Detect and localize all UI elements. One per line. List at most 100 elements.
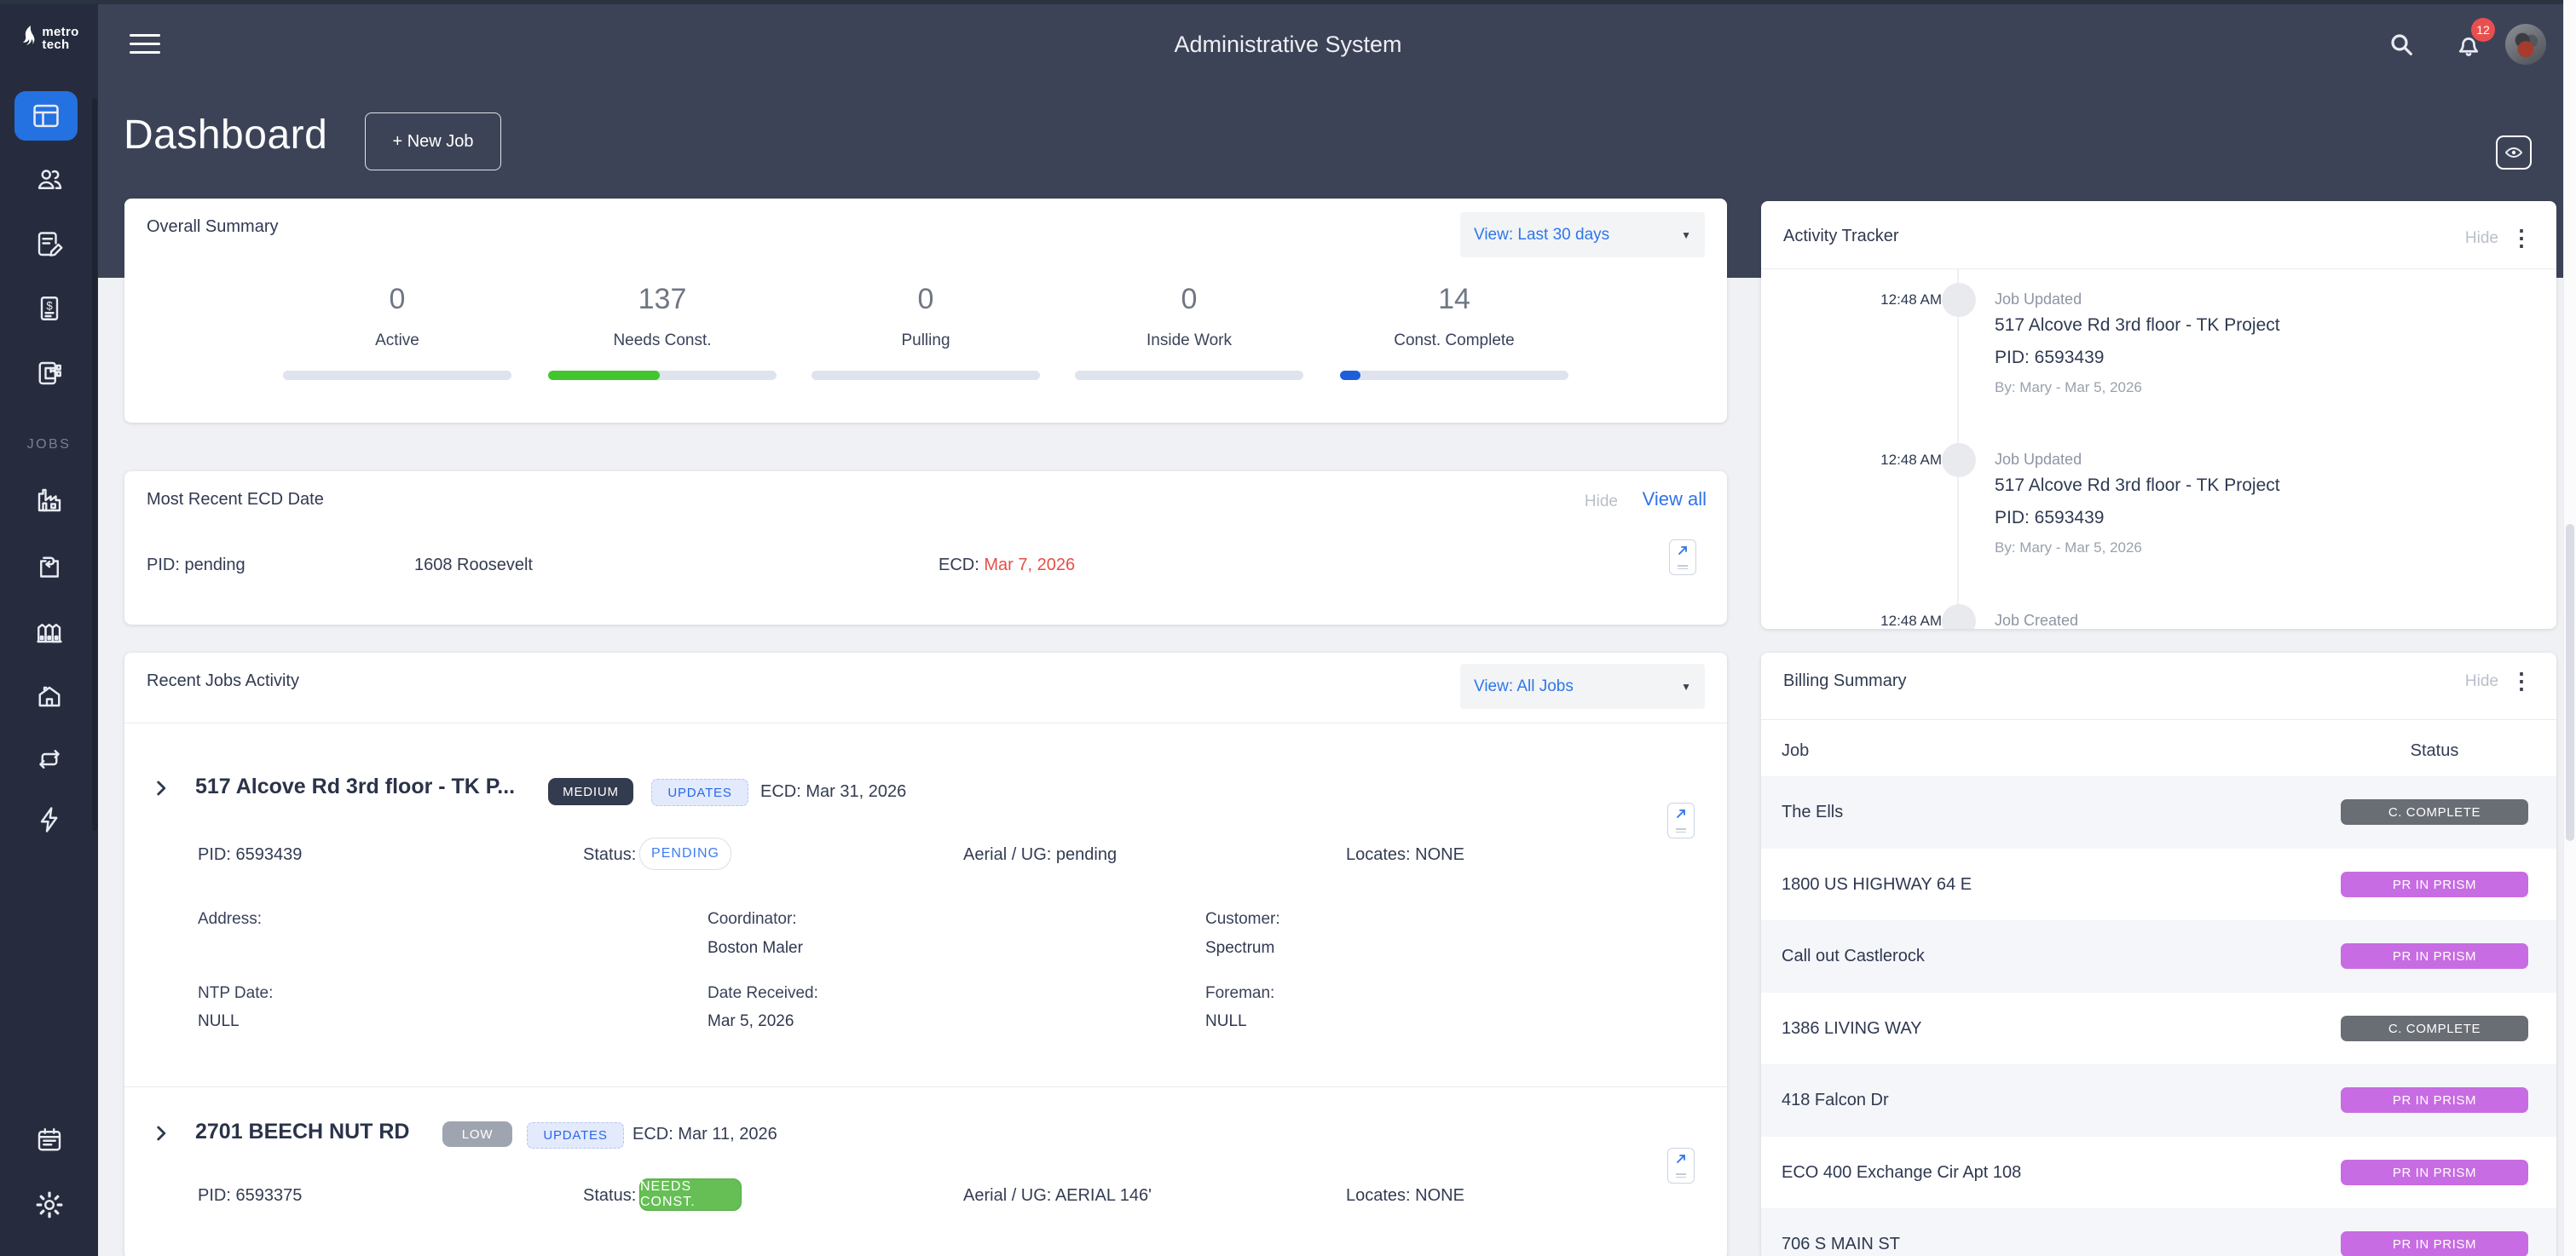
hide-link[interactable]: Hide <box>1585 493 1618 511</box>
billing-status-badge: PR IN PRISM <box>2341 1087 2528 1113</box>
billing-status-badge: C. COMPLETE <box>2341 799 2528 825</box>
sidebar-item-intake[interactable] <box>0 552 98 583</box>
billing-job-name: The Ells <box>1782 803 1844 821</box>
sidebar-section-jobs: JOBS <box>26 437 72 452</box>
table-row[interactable]: The Ells C. COMPLETE <box>1761 776 2556 849</box>
new-job-button[interactable]: + New Job <box>365 112 501 170</box>
updates-badge: UPDATES <box>527 1122 624 1149</box>
open-record-button[interactable] <box>1669 539 1696 575</box>
field-label: Customer: <box>1205 910 1280 928</box>
factory-icon <box>38 488 61 512</box>
stat-const-complete: 14 Const. Complete <box>1340 284 1568 380</box>
priority-badge: MEDIUM <box>548 778 633 805</box>
overall-view-filter-dropdown[interactable]: View: Last 30 days ▼ <box>1460 212 1705 257</box>
billing-job-name: 1386 LIVING WAY <box>1782 1019 1922 1038</box>
card-title: Billing Summary <box>1783 671 1907 690</box>
entry-title[interactable]: 517 Alcove Rd 3rd floor - TK Project <box>1995 475 2280 496</box>
table-row[interactable]: 1386 LIVING WAY C. COMPLETE <box>1761 993 2556 1065</box>
table-row[interactable]: 1800 US HIGHWAY 64 E PR IN PRISM <box>1761 849 2556 921</box>
sidebar-item-work-orders[interactable] <box>0 229 98 260</box>
divider <box>1761 719 2556 720</box>
entry-action: Job Updated <box>1995 451 2082 468</box>
job-title[interactable]: 2701 BEECH NUT RD <box>195 1120 409 1144</box>
status-badge: NEEDS CONST. <box>639 1178 742 1211</box>
entry-action: Job Created <box>1995 612 2079 629</box>
sidebar-item-properties[interactable] <box>0 616 98 647</box>
job-title[interactable]: 517 Alcove Rd 3rd floor - TK P... <box>195 775 515 799</box>
chevron-down-icon: ▼ <box>1681 680 1691 693</box>
sidebar-item-invoices[interactable]: $ <box>0 293 98 324</box>
table-row[interactable]: 418 Falcon Dr PR IN PRISM <box>1761 1064 2556 1137</box>
sidebar-item-utilities[interactable] <box>0 804 98 835</box>
stat-label: Active <box>375 331 419 349</box>
dashboard-screen: metro tech $ JOBS Administrative System … <box>0 0 2576 1256</box>
entry-pid: PID: 6593439 <box>1995 508 2105 527</box>
page-scrollbar-track[interactable] <box>2563 0 2576 1256</box>
job-pid: PID: 6593375 <box>198 1186 303 1205</box>
search-button[interactable] <box>2388 31 2415 62</box>
sidebar-item-home[interactable] <box>0 680 98 711</box>
ecd-pid: PID: pending <box>147 556 245 574</box>
card-title: Overall Summary <box>147 217 279 236</box>
recurring-icon <box>38 750 60 769</box>
avatar[interactable] <box>2505 24 2546 65</box>
sidebar-item-factory[interactable] <box>0 485 98 516</box>
avatar-placeholder <box>1942 604 1976 629</box>
hide-link[interactable]: Hide <box>2465 229 2498 248</box>
billing-job-name: 1800 US HIGHWAY 64 E <box>1782 875 1972 894</box>
stat-value: 0 <box>389 283 406 315</box>
utilities-icon <box>40 807 57 833</box>
status-label: Status: <box>583 845 637 864</box>
progress-fill <box>548 371 661 380</box>
field-value: Boston Maler <box>708 939 803 957</box>
entry-action: Job Updated <box>1995 291 2082 308</box>
table-row[interactable]: ECO 400 Exchange Cir Apt 108 PR IN PRISM <box>1761 1137 2556 1209</box>
widget-visibility-button[interactable] <box>2496 135 2532 170</box>
entry-by: By: Mary - Mar 5, 2026 <box>1995 539 2142 556</box>
external-link-icon <box>1678 546 1687 555</box>
stat-label: Needs Const. <box>613 331 712 349</box>
view-all-link[interactable]: View all <box>1643 488 1707 510</box>
status-label: Status: <box>583 1186 637 1205</box>
updates-badge: UPDATES <box>651 779 748 806</box>
kebab-menu-icon[interactable]: ⋮ <box>2510 227 2533 249</box>
stat-inside-work: 0 Inside Work <box>1075 284 1303 380</box>
table-row[interactable]: 706 S MAIN ST PR IN PRISM <box>1761 1208 2556 1256</box>
expand-job-button[interactable] <box>150 1122 172 1149</box>
sidebar-scrollbar[interactable] <box>92 98 97 831</box>
app-title: Administrative System <box>1174 32 1402 57</box>
sidebar-item-settings[interactable] <box>0 1190 98 1220</box>
entry-title[interactable]: 517 Alcove Rd 3rd floor - TK Project <box>1995 315 2280 336</box>
page-scrollbar-thumb[interactable] <box>2566 524 2574 841</box>
chevron-right-icon <box>157 781 166 796</box>
search-icon <box>2391 34 2412 55</box>
progress-bar <box>811 371 1040 380</box>
sidebar-item-users[interactable] <box>0 164 98 195</box>
hide-link[interactable]: Hide <box>2465 672 2498 691</box>
open-job-button[interactable] <box>1667 803 1695 838</box>
billing-job-name: 706 S MAIN ST <box>1782 1235 1900 1253</box>
invoices-icon: $ <box>40 297 58 320</box>
dropdown-value: View: All Jobs <box>1474 677 1574 695</box>
billing-status-badge: C. COMPLETE <box>2341 1016 2528 1041</box>
billing-status-badge: PR IN PRISM <box>2341 1231 2528 1256</box>
job-ecd: ECD: Mar 11, 2026 <box>632 1125 777 1144</box>
column-header-status: Status <box>2410 741 2459 760</box>
sidebar-item-dashboard[interactable] <box>14 91 78 141</box>
sidebar-item-recurring[interactable] <box>0 744 98 775</box>
open-job-button[interactable] <box>1667 1148 1695 1184</box>
stat-value: 137 <box>638 283 687 315</box>
stat-active: 0 Active <box>283 284 511 380</box>
kebab-menu-icon[interactable]: ⋮ <box>2510 670 2533 692</box>
expand-job-button[interactable] <box>150 777 172 804</box>
jobs-view-filter-dropdown[interactable]: View: All Jobs ▼ <box>1460 664 1705 709</box>
entry-time: 12:48 AM <box>1880 291 1942 308</box>
table-row[interactable]: Call out Castlerock PR IN PRISM <box>1761 920 2556 993</box>
gear-icon <box>36 1191 62 1219</box>
sidebar-item-calendar[interactable] <box>0 1125 98 1155</box>
dropdown-value: View: Last 30 days <box>1474 225 1610 244</box>
eye-icon <box>2505 147 2522 158</box>
stat-needs-const: 137 Needs Const. <box>548 284 777 380</box>
avatar-placeholder <box>1942 443 1976 477</box>
sidebar-item-job-book[interactable] <box>0 358 98 389</box>
